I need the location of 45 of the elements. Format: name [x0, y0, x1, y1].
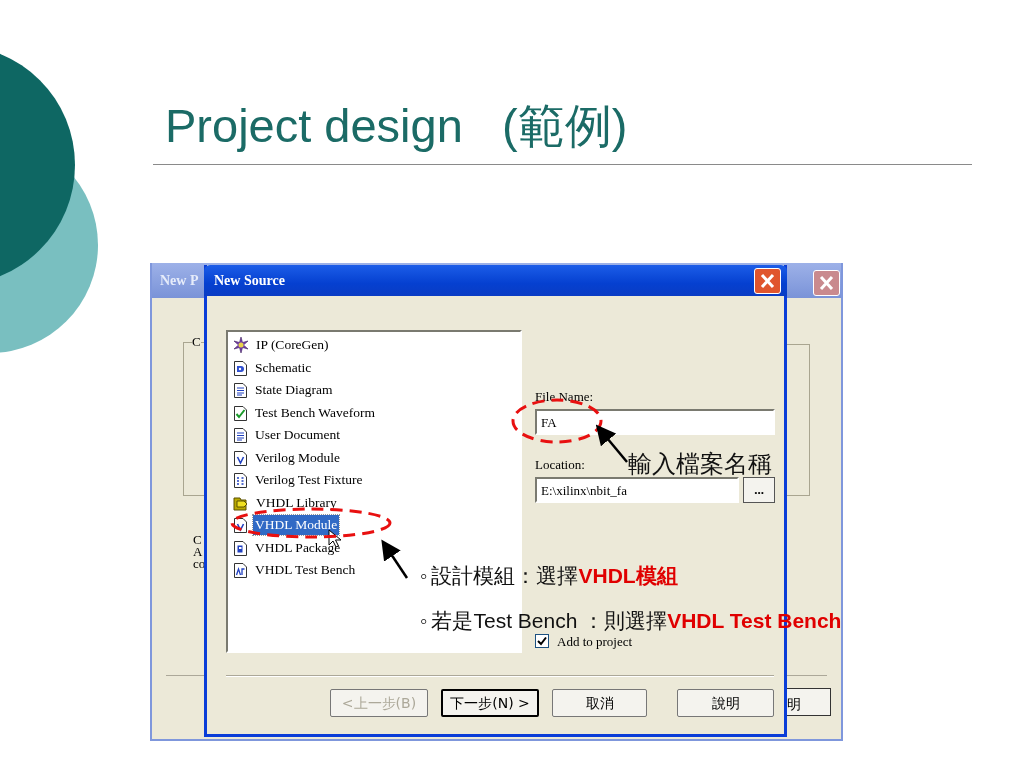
grid-document-icon — [233, 472, 248, 489]
file-name-field[interactable]: FA — [535, 408, 775, 435]
dialog-button[interactable]: 說明 — [677, 689, 774, 717]
checkbox[interactable] — [535, 634, 549, 649]
field-label: Location: — [535, 455, 585, 474]
folder-icon — [233, 494, 249, 511]
list-item[interactable]: Verilog Test Fixture — [253, 470, 365, 491]
slide-title: Project design (範例) — [165, 98, 628, 154]
package-document-icon — [233, 539, 248, 556]
text-fragment: A — [193, 545, 203, 559]
list-item[interactable]: VHDL Test Bench — [253, 560, 358, 581]
star-icon — [233, 337, 249, 354]
schematic-icon — [233, 359, 248, 376]
close-button[interactable] — [813, 270, 840, 296]
list-item[interactable]: Verilog Module — [253, 447, 343, 468]
text-fragment: C — [193, 533, 202, 547]
pointer-arrow — [595, 424, 628, 463]
list-item[interactable]: User Document — [253, 425, 343, 446]
pointer-arrow — [381, 539, 409, 579]
list-item[interactable]: State Diagram — [253, 380, 335, 401]
chevron-document-icon — [233, 449, 248, 466]
document-icon — [233, 427, 248, 444]
chart-document-icon — [233, 562, 248, 579]
dialog-button[interactable]: 下一步(N) > — [441, 689, 539, 717]
window-title: New P — [160, 273, 199, 288]
annotation-text: 設計模組：選擇VHDL模組 — [431, 563, 678, 589]
annotation-text: 輸入檔案名稱 — [628, 449, 772, 479]
list-item[interactable]: Test Bench Waveform — [253, 402, 377, 423]
bullet-marker: ◦ — [420, 563, 428, 589]
document-icon — [233, 382, 248, 399]
group-label: C — [192, 335, 201, 349]
checkmark-document-icon — [233, 404, 248, 421]
checkbox-label: Add to project — [557, 632, 633, 651]
list-item[interactable]: VHDL Library — [254, 492, 339, 513]
dialog-title: New Source — [214, 272, 285, 290]
bullet-marker: ◦ — [420, 608, 428, 634]
dialog-button[interactable]: 取消 — [552, 689, 647, 717]
checkmark-icon — [537, 636, 547, 647]
location-field[interactable]: E:\xilinx\nbit_fa — [535, 477, 740, 503]
browse-button[interactable]: ... — [743, 477, 775, 503]
list-item[interactable]: IP (CoreGen) — [254, 335, 331, 356]
list-item[interactable]: VHDL Module — [253, 515, 340, 536]
close-button[interactable] — [754, 267, 781, 294]
list-item[interactable]: Schematic — [253, 357, 314, 378]
help-button[interactable]: 明 — [785, 688, 831, 716]
